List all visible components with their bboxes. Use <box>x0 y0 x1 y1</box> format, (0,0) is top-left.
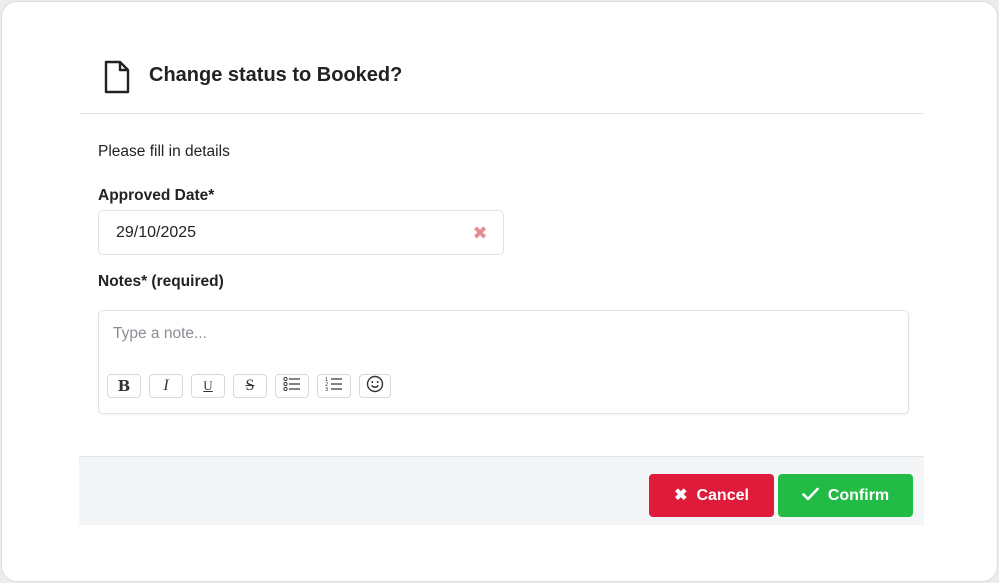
notes-label: Notes* (required) <box>98 273 224 290</box>
approved-date-field[interactable]: 29/10/2025 ✖ <box>98 210 504 255</box>
dialog-footer: ✖ Cancel Confirm <box>79 456 924 525</box>
bold-button[interactable]: B <box>107 374 141 398</box>
document-icon <box>104 60 130 94</box>
check-icon <box>802 487 819 505</box>
cancel-button[interactable]: ✖ Cancel <box>649 474 774 517</box>
formatting-toolbar: B I U S 1 2 3 <box>107 374 391 398</box>
italic-button[interactable]: I <box>149 374 183 398</box>
numbered-list-icon: 1 2 3 <box>325 376 343 397</box>
underline-button[interactable]: U <box>191 374 225 398</box>
strikethrough-icon: S <box>245 377 255 394</box>
bullet-list-button[interactable] <box>275 374 309 398</box>
confirm-label: Confirm <box>827 486 890 504</box>
notes-input[interactable] <box>113 325 893 343</box>
svg-text:3: 3 <box>325 387 328 392</box>
smiley-icon <box>366 375 384 398</box>
approved-date-label: Approved Date* <box>98 187 215 204</box>
numbered-list-button[interactable]: 1 2 3 <box>317 374 351 398</box>
emoji-button[interactable] <box>359 374 391 398</box>
bold-icon: B <box>117 377 131 395</box>
clear-date-x-icon[interactable]: ✖ <box>470 223 490 243</box>
confirm-button[interactable]: Confirm <box>778 474 913 517</box>
underline-icon: U <box>203 378 213 393</box>
dialog-window: Change status to Booked? Please fill in … <box>1 1 998 582</box>
italic-icon: I <box>163 377 169 394</box>
approved-date-value: 29/10/2025 <box>116 224 197 241</box>
dialog-header: Change status to Booked? <box>79 42 924 114</box>
strikethrough-button[interactable]: S <box>233 374 267 398</box>
notes-editor: B I U S <box>98 310 909 414</box>
x-icon: ✖ <box>674 486 688 504</box>
bullet-list-icon <box>283 376 301 397</box>
instructions-text: Please fill in details <box>98 143 230 160</box>
cancel-label: Cancel <box>696 486 749 504</box>
dialog-title: Change status to Booked? <box>149 64 403 86</box>
